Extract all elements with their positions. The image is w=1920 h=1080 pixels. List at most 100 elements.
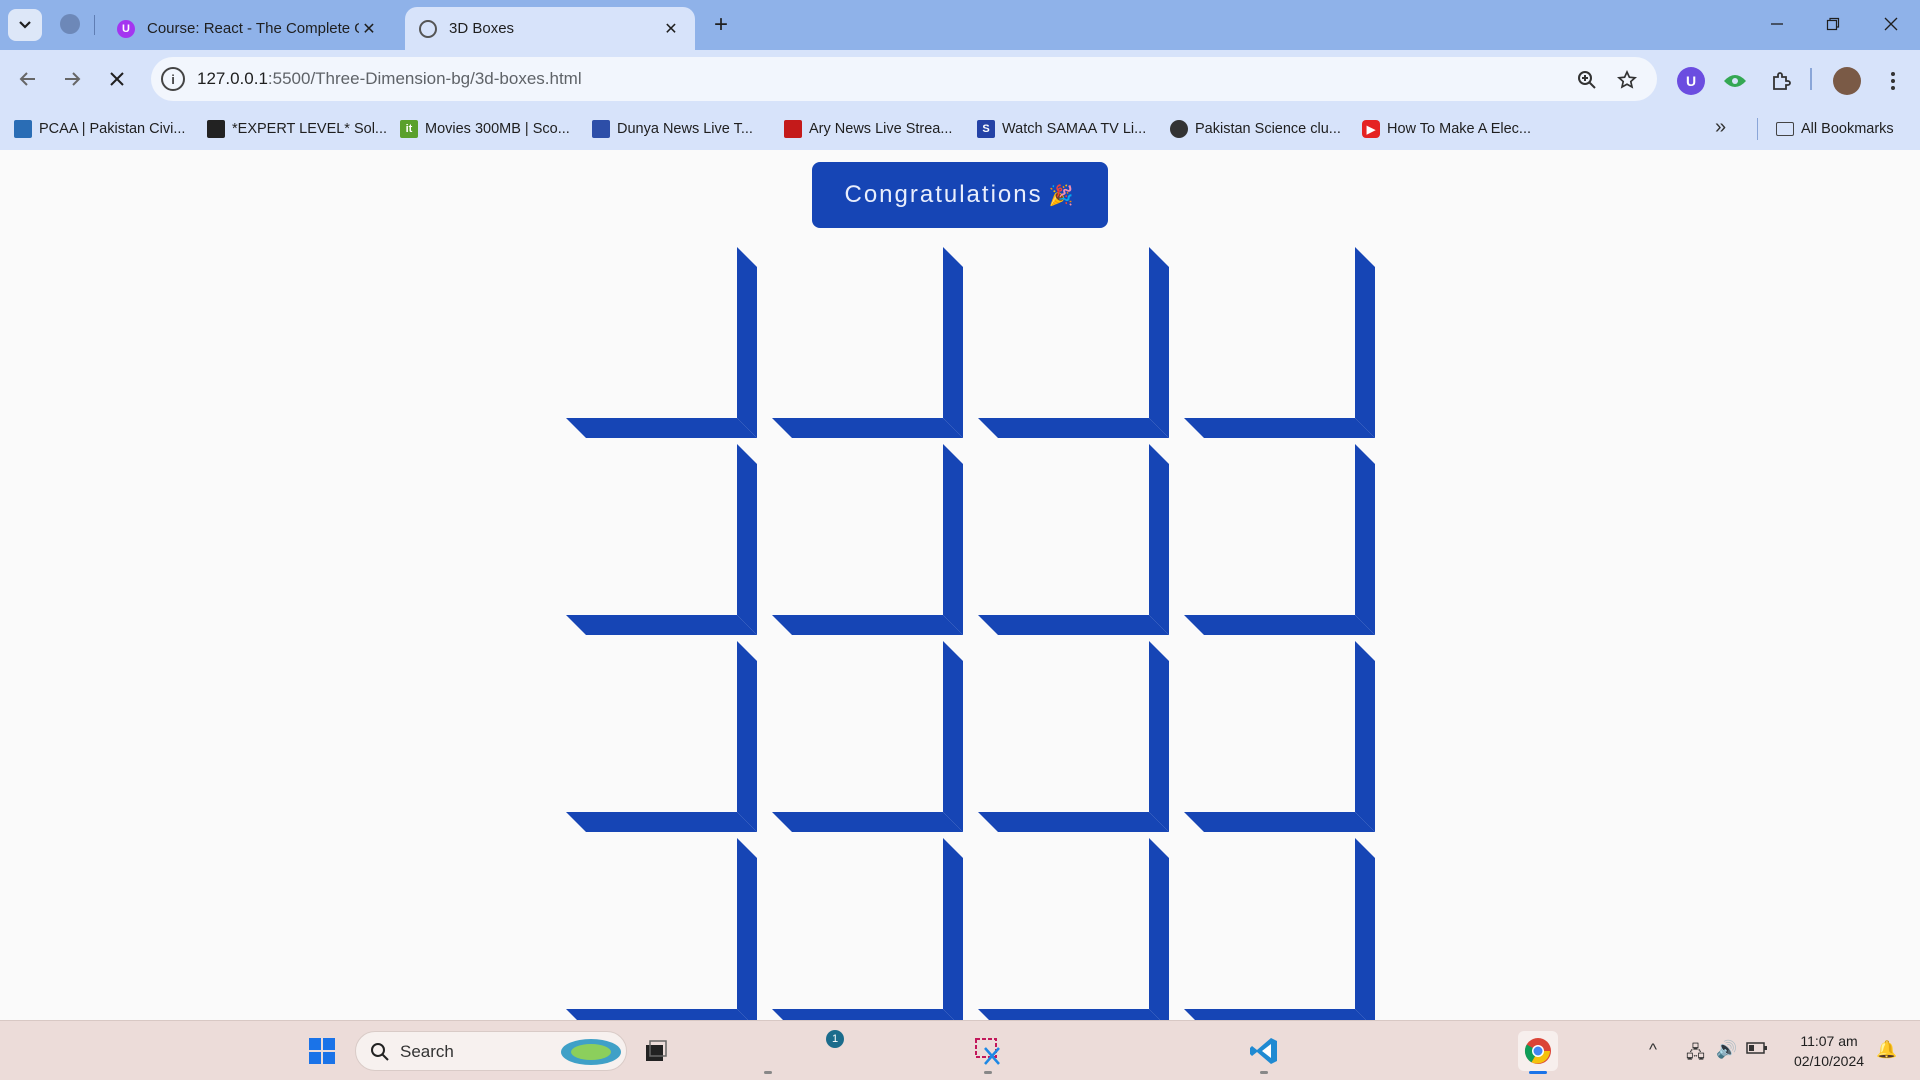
stop-loading-button[interactable] <box>101 63 133 95</box>
tab-strip: U Course: React - The Complete G ✕ 3D Bo… <box>0 0 1920 50</box>
url-text[interactable]: 127.0.0.1:5500/Three-Dimension-bg/3d-box… <box>197 69 582 89</box>
box-tile <box>1184 641 1376 833</box>
tab-react-course[interactable]: U Course: React - The Complete G ✕ <box>103 7 393 50</box>
browser-toolbar: i 127.0.0.1:5500/Three-Dimension-bg/3d-b… <box>0 50 1920 108</box>
bookmark-star-icon[interactable] <box>1614 67 1640 93</box>
bookmark-label: Movies 300MB | Sco... <box>425 121 570 137</box>
running-indicator <box>1260 1071 1268 1074</box>
extension-eye-icon[interactable] <box>1721 67 1749 95</box>
udemy-icon: U <box>117 19 135 38</box>
youtube-icon: ▶ <box>1362 120 1380 138</box>
box-tile <box>566 247 758 439</box>
bookmark-label: *EXPERT LEVEL* Sol... <box>232 121 388 137</box>
bookmark-pakistan-science[interactable]: Pakistan Science clu... <box>1170 118 1341 140</box>
minimize-button[interactable] <box>1754 8 1800 40</box>
movies-icon: it <box>400 120 418 138</box>
bookmarks-bar: PCAA | Pakistan Civi... *EXPERT LEVEL* S… <box>0 108 1920 150</box>
task-view-icon[interactable] <box>636 1031 676 1071</box>
bookmark-label: Pakistan Science clu... <box>1195 121 1341 137</box>
running-indicator <box>764 1071 772 1074</box>
extensions-puzzle-icon[interactable] <box>1767 67 1795 95</box>
bookmark-ary-news[interactable]: Ary News Live Strea... <box>784 118 952 140</box>
site-info-icon[interactable]: i <box>161 67 185 91</box>
bookmark-how-to-make[interactable]: ▶ How To Make A Elec... <box>1362 118 1531 140</box>
battery-icon[interactable] <box>1746 1040 1768 1060</box>
vscode-icon[interactable] <box>1244 1031 1284 1071</box>
restore-button[interactable] <box>1810 8 1856 40</box>
running-indicator <box>984 1071 992 1074</box>
notification-badge: 1 <box>826 1030 844 1048</box>
bookmark-pcaa[interactable]: PCAA | Pakistan Civi... <box>14 118 185 140</box>
back-button[interactable] <box>12 63 44 95</box>
address-bar[interactable]: i 127.0.0.1:5500/Three-Dimension-bg/3d-b… <box>151 57 1657 101</box>
notification-bell-icon[interactable]: 🔔 <box>1876 1040 1897 1060</box>
taskbar-app-icon[interactable] <box>748 1031 788 1071</box>
close-icon <box>1884 17 1898 31</box>
all-bookmarks-button[interactable]: All Bookmarks <box>1776 118 1894 140</box>
zoom-icon[interactable] <box>1574 67 1600 93</box>
close-icon[interactable]: ✕ <box>661 19 681 39</box>
box-tile <box>1184 247 1376 439</box>
toolbar-divider <box>1810 68 1812 90</box>
minimize-icon <box>1771 23 1783 25</box>
party-popper-icon: 🎉 <box>1048 184 1076 207</box>
bookmark-samaa-tv[interactable]: S Watch SAMAA TV Li... <box>977 118 1146 140</box>
bookmarks-divider <box>1757 118 1758 140</box>
forward-button[interactable] <box>56 63 88 95</box>
chrome-icon[interactable] <box>1518 1031 1558 1071</box>
clock-time: 11:07 am <box>1800 1033 1858 1049</box>
box-tile <box>772 838 964 1020</box>
box-tile <box>566 641 758 833</box>
new-tab-button[interactable]: + <box>706 10 736 40</box>
taskbar-search-box[interactable]: Search <box>355 1031 627 1071</box>
box-tile <box>978 641 1170 833</box>
tab-title: 3D Boxes <box>449 20 515 37</box>
close-window-button[interactable] <box>1868 8 1914 40</box>
dunya-icon <box>592 120 610 138</box>
bookmark-movies[interactable]: it Movies 300MB | Sco... <box>400 118 570 140</box>
box-tile <box>978 247 1170 439</box>
bookmark-label: Dunya News Live T... <box>617 121 753 137</box>
windows-taskbar: Search ^ 🖧 🔊 11:07 am 02/10/2024 🔔 <box>0 1020 1920 1080</box>
page-viewport: Congratulations 🎉 <box>0 150 1920 1020</box>
profile-avatar[interactable] <box>1833 67 1861 95</box>
extension-u-icon[interactable]: U <box>1677 67 1705 95</box>
url-host: 127.0.0.1 <box>197 69 268 88</box>
chevron-down-icon <box>19 21 31 29</box>
pinned-tab[interactable] <box>60 14 80 34</box>
windows-start-icon[interactable] <box>302 1031 342 1071</box>
ary-icon <box>784 120 802 138</box>
clock-date: 02/10/2024 <box>1793 1053 1865 1069</box>
box-tile <box>772 247 964 439</box>
box-tile <box>566 444 758 636</box>
snipping-tool-icon[interactable] <box>968 1031 1008 1071</box>
box-tile <box>566 838 758 1020</box>
volume-icon[interactable]: 🔊 <box>1716 1040 1737 1060</box>
menu-kebab-icon[interactable] <box>1879 67 1907 95</box>
box-tile <box>1184 838 1376 1020</box>
box-tile <box>772 444 964 636</box>
bookmark-dunya-news[interactable]: Dunya News Live T... <box>592 118 753 140</box>
tab-divider <box>94 15 95 35</box>
tab-3d-boxes[interactable]: 3D Boxes ✕ <box>405 7 695 50</box>
bookmark-expert-level[interactable]: *EXPERT LEVEL* Sol... <box>207 118 387 140</box>
show-hidden-icons-chevron-icon[interactable]: ^ <box>1649 1040 1657 1060</box>
more-bookmarks-chevron-icon[interactable]: » <box>1715 116 1726 139</box>
globe-icon <box>1170 120 1188 138</box>
samaa-icon: S <box>977 120 995 138</box>
network-icon[interactable]: 🖧 <box>1686 1040 1705 1069</box>
congratulations-label: Congratulations <box>844 181 1043 208</box>
box-tile <box>772 641 964 833</box>
back-arrow-icon <box>19 72 35 86</box>
restore-icon <box>1826 17 1840 31</box>
loading-icon <box>419 19 437 38</box>
clock[interactable]: 11:07 am 02/10/2024 <box>1784 1031 1874 1071</box>
url-path: :5500/Three-Dimension-bg/3d-boxes.html <box>267 69 582 88</box>
box-tile <box>978 444 1170 636</box>
pcaa-icon <box>14 120 32 138</box>
running-indicator-active <box>1529 1071 1547 1074</box>
search-label: Search <box>400 1042 454 1061</box>
congratulations-button[interactable]: Congratulations 🎉 <box>812 162 1108 228</box>
close-icon[interactable]: ✕ <box>359 19 379 39</box>
tab-search-button[interactable] <box>8 9 42 41</box>
